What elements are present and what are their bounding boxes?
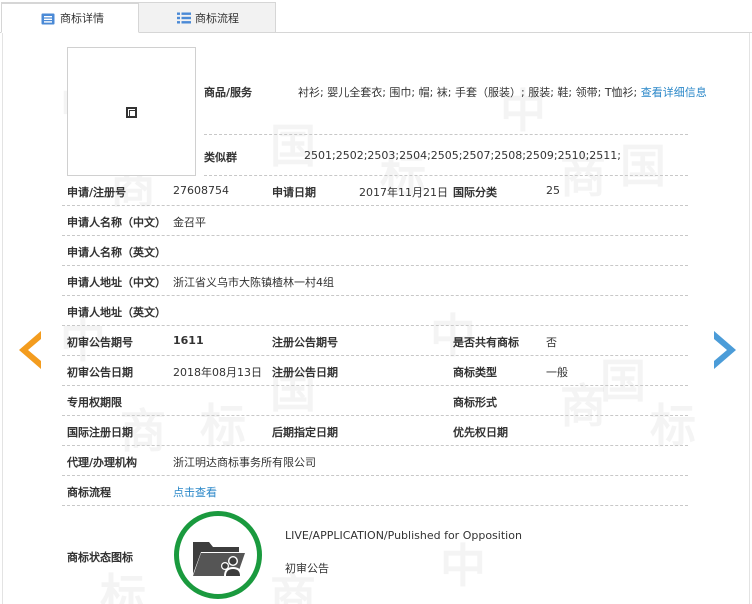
- reg-pub-no-label: 注册公告期号: [272, 336, 338, 349]
- goods-list: 衬衫; 婴儿全套衣; 围巾; 帽; 袜; 手套（服装）; 服装; 鞋; 领带; …: [298, 86, 638, 99]
- divider: [62, 325, 688, 326]
- intl-class-label: 国际分类: [453, 186, 497, 199]
- reg-pub-date-label: 注册公告日期: [272, 366, 338, 379]
- applicant-cn-value: 金召平: [173, 216, 206, 229]
- app-date-value: 2017年11月21日: [359, 186, 448, 199]
- divider: [62, 235, 688, 236]
- intl-reg-date-label: 国际注册日期: [67, 426, 133, 439]
- status-label: 商标状态图标: [67, 551, 133, 564]
- agent-label: 代理/办理机构: [67, 456, 138, 469]
- address-cn-value: 浙江省义乌市大陈镇楂林一村4组: [173, 276, 334, 289]
- tab-trademark-details[interactable]: 商标详情: [1, 2, 139, 33]
- goods-value: 衬衫; 婴儿全套衣; 围巾; 帽; 袜; 手套（服装）; 服装; 鞋; 领带; …: [298, 84, 707, 100]
- goods-label: 商品/服务: [204, 86, 253, 99]
- prelim-date-value: 2018年08月13日: [173, 366, 262, 379]
- app-date-label: 申请日期: [272, 186, 316, 199]
- divider: [62, 475, 688, 476]
- folder-people-icon: [193, 542, 245, 576]
- prelim-no-label: 初审公告期号: [67, 336, 133, 349]
- flow-link[interactable]: 点击查看: [173, 484, 217, 500]
- later-date-label: 后期指定日期: [272, 426, 338, 439]
- divider: [62, 355, 688, 356]
- agent-value: 浙江明达商标事务所有限公司: [173, 456, 316, 469]
- status-cn: 初审公告: [285, 562, 329, 575]
- divider: [204, 134, 688, 135]
- address-en-label: 申请人地址（英文）: [67, 306, 166, 319]
- divider: [62, 265, 688, 266]
- applicant-cn-label: 申请人名称（中文）: [67, 216, 166, 229]
- tm-type-label: 商标类型: [453, 366, 497, 379]
- reg-no-label: 申请/注册号: [67, 186, 127, 199]
- priority-date-label: 优先权日期: [453, 426, 508, 439]
- next-arrow-cutout: [714, 339, 727, 361]
- trademark-image[interactable]: [67, 47, 196, 176]
- exclusive-term-label: 专用权期限: [67, 396, 122, 409]
- tm-type-value: 一般: [546, 366, 568, 379]
- prelim-no-value: 1611: [173, 334, 204, 347]
- divider: [62, 505, 688, 506]
- shared-label: 是否共有商标: [453, 336, 519, 349]
- status-en: LIVE/APPLICATION/Published for Oppositio…: [285, 529, 522, 542]
- divider: [62, 295, 688, 296]
- tab-label: 商标流程: [195, 11, 239, 25]
- similar-group-value: 2501;2502;2503;2504;2505;2507;2508;2509;…: [304, 149, 622, 162]
- goods-detail-link[interactable]: 查看详细信息: [641, 86, 707, 99]
- prelim-date-label: 初审公告日期: [67, 366, 133, 379]
- document-icon: [41, 13, 55, 25]
- tab-trademark-flow[interactable]: 商标流程: [139, 2, 276, 33]
- tab-label: 商标详情: [60, 12, 104, 25]
- status-folder-icon: [174, 511, 262, 599]
- shared-value: 否: [546, 336, 557, 349]
- address-cn-label: 申请人地址（中文）: [67, 276, 166, 289]
- divider: [62, 205, 688, 206]
- divider: [204, 175, 688, 176]
- tm-form-label: 商标形式: [453, 396, 497, 409]
- previous-arrow-cutout: [28, 339, 41, 361]
- divider: [62, 445, 688, 446]
- divider: [62, 415, 688, 416]
- list-icon: [177, 12, 191, 24]
- reg-no-value: 27608754: [173, 184, 229, 197]
- applicant-en-label: 申请人名称（英文）: [67, 246, 166, 259]
- similar-group-label: 类似群: [204, 151, 237, 164]
- flow-label: 商标流程: [67, 486, 111, 499]
- intl-class-value: 25: [546, 184, 560, 197]
- trademark-mark: [126, 107, 137, 118]
- divider: [62, 385, 688, 386]
- tab-bar: 商标详情 商标流程: [0, 0, 752, 33]
